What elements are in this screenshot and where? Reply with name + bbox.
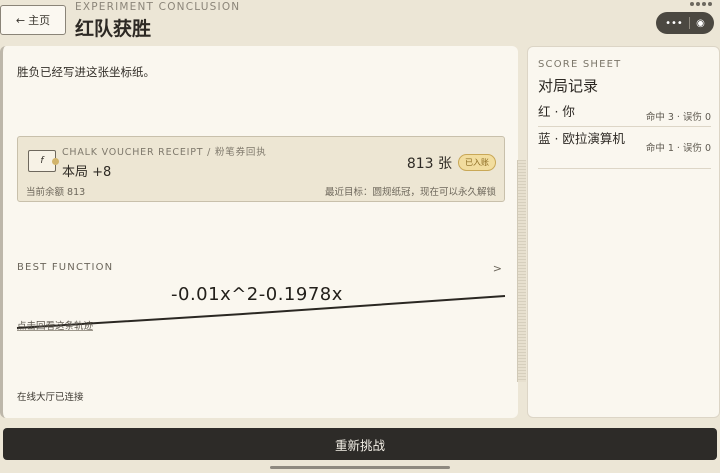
- rematch-button[interactable]: 重新挑战: [3, 428, 717, 460]
- best-function-label: BEST FUNCTION: [17, 262, 114, 273]
- system-status-icons: [690, 2, 712, 6]
- paper-ruler-edge: [517, 160, 526, 382]
- home-indicator: [270, 466, 450, 469]
- page-eyebrow: EXPERIMENT CONCLUSION: [75, 1, 241, 13]
- result-card: 胜负已经写进这张坐标纸。 f CHALK VOUCHER RECEIPT / 粉…: [0, 46, 518, 418]
- receipt-amount: 813 张: [406, 156, 452, 172]
- score-sheet-title: 对局记录: [538, 77, 599, 95]
- receipt-round-gain: 本局 +8: [62, 165, 112, 180]
- receipt-heading: CHALK VOUCHER RECEIPT / 粉笔券回执: [62, 147, 267, 158]
- lobby-status: 在线大厅已连接: [17, 392, 84, 403]
- player-stats: 命中 1 · 误伤 0: [645, 143, 711, 154]
- score-sheet: SCORE SHEET 对局记录 红 · 你 命中 3 · 误伤 0 蓝 · 欧…: [527, 46, 720, 418]
- mini-program-capsule[interactable]: ••• ◉: [656, 12, 714, 34]
- credited-badge: 已入账: [458, 154, 496, 171]
- arrow-left-icon: ←: [15, 13, 26, 27]
- score-row-red: 红 · 你 命中 3 · 误伤 0: [538, 103, 711, 127]
- chevron-right-icon[interactable]: >: [493, 262, 502, 275]
- home-button-label: 主页: [28, 14, 51, 27]
- voucher-receipt: f CHALK VOUCHER RECEIPT / 粉笔券回执 本局 +8 81…: [17, 136, 505, 202]
- page-title: 红队获胜: [75, 18, 152, 40]
- receipt-balance: 当前余额 813: [26, 187, 86, 198]
- more-dots-icon[interactable]: •••: [665, 18, 683, 29]
- player-stats: 命中 3 · 误伤 0: [645, 112, 711, 123]
- score-sheet-eyebrow: SCORE SHEET: [538, 59, 622, 70]
- player-name: 蓝 · 欧拉演算机: [538, 131, 625, 146]
- replay-trajectory-link[interactable]: 点击回看这条轨迹: [17, 318, 93, 332]
- score-row-blue: 蓝 · 欧拉演算机 命中 1 · 误伤 0: [538, 129, 711, 169]
- close-circle-icon[interactable]: ◉: [696, 18, 705, 29]
- capsule-divider: [688, 17, 690, 29]
- function-voucher-icon: f: [28, 150, 59, 172]
- receipt-target: 最近目标：圆规纸冠，现在可以永久解锁: [324, 187, 496, 198]
- result-intro: 胜负已经写进这张坐标纸。: [17, 65, 155, 79]
- home-button[interactable]: ← 主页: [0, 5, 66, 35]
